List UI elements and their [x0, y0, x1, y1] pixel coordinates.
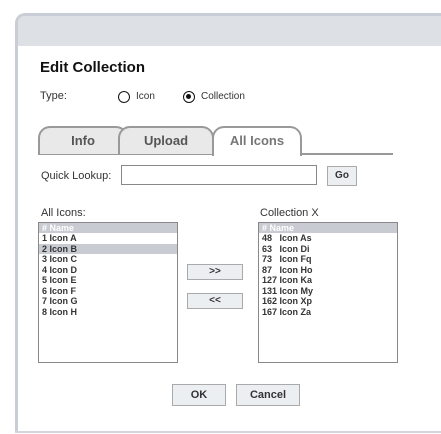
list-item[interactable]: 3 Icon C	[39, 254, 177, 265]
tab-upload[interactable]: Upload	[118, 126, 214, 154]
radio-icon[interactable]	[118, 91, 130, 103]
dialog-title: Edit Collection	[40, 59, 145, 76]
add-to-collection-button[interactable]: >>	[187, 264, 243, 280]
radio-icon-label: Icon	[136, 91, 155, 102]
list-item[interactable]: 63 Icon Di	[259, 244, 397, 255]
all-icons-list-header: # Name	[39, 223, 177, 233]
all-icons-list[interactable]: # Name 1 Icon A 2 Icon B 3 Icon C 4 Icon…	[38, 222, 178, 363]
list-item[interactable]: 7 Icon G	[39, 296, 177, 307]
list-item[interactable]: 167 Icon Za	[259, 307, 397, 318]
list-item[interactable]: 87 Icon Ho	[259, 265, 397, 276]
collection-label: Collection X	[260, 207, 319, 219]
list-item[interactable]: 8 Icon H	[39, 307, 177, 318]
quick-lookup-label: Quick Lookup:	[41, 170, 112, 182]
radio-selected-dot	[186, 94, 191, 99]
list-item[interactable]: 4 Icon D	[39, 265, 177, 276]
list-item[interactable]: 1 Icon A	[39, 233, 177, 244]
list-item[interactable]: 127 Icon Ka	[259, 275, 397, 286]
tab-all-icons[interactable]: All Icons	[212, 126, 302, 156]
remove-from-collection-button[interactable]: <<	[187, 293, 243, 309]
quick-lookup-input[interactable]	[121, 165, 317, 185]
radio-collection-label: Collection	[201, 91, 245, 102]
cancel-button[interactable]: Cancel	[236, 384, 300, 406]
all-icons-label: All Icons:	[41, 207, 86, 219]
list-item[interactable]: 162 Icon Xp	[259, 296, 397, 307]
collection-list-header: # Name	[259, 223, 397, 233]
list-item[interactable]: 5 Icon E	[39, 275, 177, 286]
list-item[interactable]: 73 Icon Fq	[259, 254, 397, 265]
list-item-selected[interactable]: 2 Icon B	[39, 243, 177, 254]
type-label: Type:	[40, 90, 67, 102]
go-button[interactable]: Go	[327, 166, 357, 186]
list-item[interactable]: 48 Icon As	[259, 233, 397, 244]
radio-collection[interactable]	[183, 91, 195, 103]
dialog-header-bar	[18, 16, 441, 46]
list-item[interactable]: 131 Icon My	[259, 286, 397, 297]
bottom-divider	[15, 431, 441, 433]
ok-button[interactable]: OK	[172, 384, 226, 406]
collection-list[interactable]: # Name 48 Icon As 63 Icon Di 73 Icon Fq …	[258, 222, 398, 363]
tab-info[interactable]: Info	[38, 126, 128, 154]
list-item[interactable]: 6 Icon F	[39, 286, 177, 297]
